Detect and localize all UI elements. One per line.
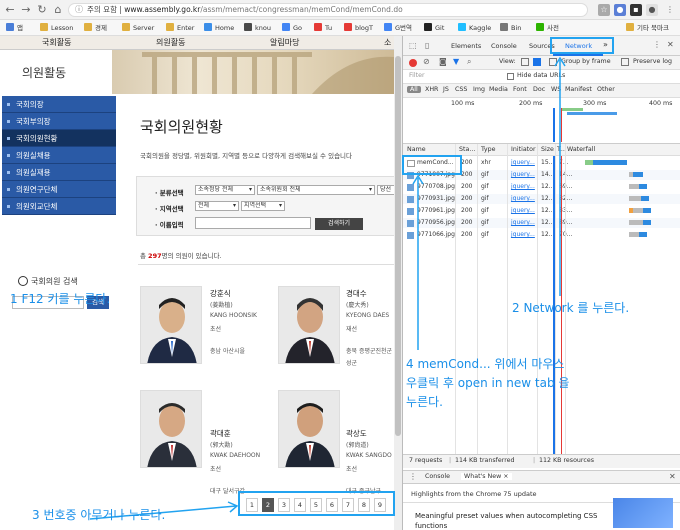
annotation-step2: 2 Network 를 누른다. [512, 301, 630, 315]
annotation-step1: 1 F12 키를 누른다. [10, 292, 111, 306]
annotation-step3: 3 번호중 아무거나 누른다. [32, 508, 166, 522]
annotation-step4-line1: 4 memCond... 위에서 마우스 [406, 357, 565, 371]
annotation-step4-line3: 누른다. [406, 395, 443, 409]
annotation-step4-line2: 우클릭 후 open in new tab 을 [406, 376, 570, 390]
annotation-arrows [89, 56, 566, 520]
